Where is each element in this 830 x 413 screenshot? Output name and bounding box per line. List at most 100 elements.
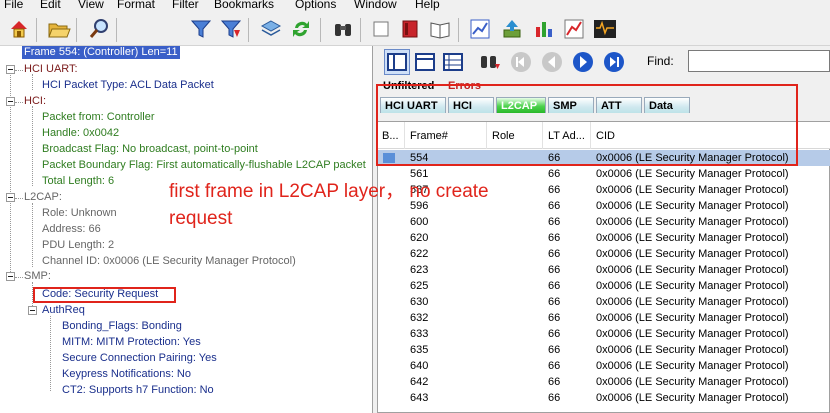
- cid-cell: 0x0006 (LE Security Manager Protocol): [596, 280, 789, 292]
- app-window: File Edit View Format Filter Bookmarks O…: [0, 0, 830, 413]
- export-icon[interactable]: [499, 16, 525, 42]
- layers-icon[interactable]: [258, 16, 284, 42]
- lt-address-cell: 66: [548, 312, 561, 324]
- bar-chart-icon[interactable]: [531, 16, 557, 42]
- tree-l2cap[interactable]: L2CAP:: [24, 191, 62, 204]
- frame-cell: 640: [410, 360, 429, 372]
- lt-address-cell: 66: [548, 248, 561, 260]
- book-open-icon[interactable]: [427, 16, 453, 42]
- frame-cell: 630: [410, 296, 429, 308]
- layout-top-icon[interactable]: [412, 49, 438, 75]
- frame-cell: 623: [410, 264, 429, 276]
- table-row[interactable]: 633 66 0x0006 (LE Security Manager Protoco…: [378, 326, 830, 342]
- chart-icon[interactable]: [467, 16, 493, 42]
- first-icon[interactable]: [508, 49, 534, 75]
- magnifier-icon[interactable]: [86, 16, 112, 42]
- folder-open-icon[interactable]: [46, 16, 72, 42]
- table-row[interactable]: 630 66 0x0006 (LE Security Manager Protoco…: [378, 294, 830, 310]
- cid-cell: 0x0006 (LE Security Manager Protocol): [596, 312, 789, 324]
- event-summary-icon[interactable]: [592, 16, 618, 42]
- menu-edit[interactable]: Edit: [40, 0, 61, 11]
- filter-icon[interactable]: [188, 16, 214, 42]
- filter-add-icon[interactable]: [218, 16, 244, 42]
- tree-smp[interactable]: SMP:: [24, 270, 51, 283]
- tree-authreq-item[interactable]: Keypress Notifications: No: [62, 368, 191, 381]
- menu-help[interactable]: Help: [415, 0, 440, 11]
- tree-hci-item[interactable]: Packet Boundary Flag: First automaticall…: [42, 159, 366, 172]
- annotation-line-1: first frame in L2CAP layer， no create: [169, 181, 489, 202]
- cid-cell: 0x0006 (LE Security Manager Protocol): [596, 232, 789, 244]
- tree-hci-packet-type[interactable]: HCI Packet Type: ACL Data Packet: [42, 79, 214, 92]
- next-icon[interactable]: [570, 49, 596, 75]
- tree-hci-item[interactable]: Broadcast Flag: No broadcast, point-to-p…: [42, 143, 258, 156]
- frame-root[interactable]: Frame 554: (Controller) Len=11: [22, 46, 180, 59]
- lt-address-cell: 66: [548, 232, 561, 244]
- binoculars-filter-icon[interactable]: [477, 49, 503, 75]
- prev-icon[interactable]: [539, 49, 565, 75]
- menu-bookmarks[interactable]: Bookmarks: [214, 0, 274, 11]
- tree-authreq-item[interactable]: Secure Connection Pairing: Yes: [62, 352, 217, 365]
- tree-authreq-item[interactable]: MITM: MITM Protection: Yes: [62, 336, 201, 349]
- tree-l2cap-item[interactable]: Role: Unknown: [42, 207, 117, 220]
- collapse-icon[interactable]: [6, 97, 15, 106]
- tree-hci-item[interactable]: Packet from: Controller: [42, 111, 154, 124]
- menu-file[interactable]: File: [4, 0, 23, 11]
- collapse-icon[interactable]: [6, 193, 15, 202]
- tree-hci[interactable]: HCI:: [24, 95, 46, 108]
- cid-cell: 0x0006 (LE Security Manager Protocol): [596, 360, 789, 372]
- tabs-highlight-box: [376, 84, 798, 166]
- code-highlight-box: [33, 287, 176, 303]
- tree-hci-item[interactable]: Total Length: 6: [42, 175, 114, 188]
- collapse-icon[interactable]: [6, 65, 15, 74]
- line-chart-icon[interactable]: [561, 16, 587, 42]
- tree-l2cap-item[interactable]: Address: 66: [42, 223, 101, 236]
- layout-list-icon[interactable]: [440, 49, 466, 75]
- annotation-line-2: request: [169, 208, 233, 229]
- menu-format[interactable]: Format: [117, 0, 155, 11]
- collapse-icon[interactable]: [6, 272, 15, 281]
- table-row[interactable]: 625 66 0x0006 (LE Security Manager Protoco…: [378, 278, 830, 294]
- menu-view[interactable]: View: [78, 0, 104, 11]
- table-row[interactable]: 642 66 0x0006 (LE Security Manager Protoco…: [378, 374, 830, 390]
- collapse-icon[interactable]: [28, 306, 37, 315]
- menu-options[interactable]: Options: [295, 0, 336, 11]
- find-input[interactable]: [688, 50, 830, 72]
- lt-address-cell: 66: [548, 328, 561, 340]
- cid-cell: 0x0006 (LE Security Manager Protocol): [596, 296, 789, 308]
- cid-cell: 0x0006 (LE Security Manager Protocol): [596, 376, 789, 388]
- tree-hci-uart[interactable]: HCI UART:: [24, 63, 78, 76]
- frame-cell: 620: [410, 232, 429, 244]
- refresh-icon[interactable]: [288, 16, 314, 42]
- cid-cell: 0x0006 (LE Security Manager Protocol): [596, 392, 789, 404]
- table-row[interactable]: 622 66 0x0006 (LE Security Manager Protoco…: [378, 246, 830, 262]
- tree-authreq-item[interactable]: Bonding_Flags: Bonding: [62, 320, 182, 333]
- menu-filter[interactable]: Filter: [172, 0, 199, 11]
- tree-authreq-item[interactable]: CT2: Supports h7 Function: No: [62, 384, 214, 397]
- tree-authreq[interactable]: AuthReq: [42, 304, 85, 317]
- lt-address-cell: 66: [548, 376, 561, 388]
- frame-cell: 635: [410, 344, 429, 356]
- binoculars-icon[interactable]: [330, 16, 356, 42]
- book-red-icon[interactable]: [397, 16, 423, 42]
- table-row[interactable]: 640 66 0x0006 (LE Security Manager Protoco…: [378, 358, 830, 374]
- layout-left-icon[interactable]: [384, 49, 410, 75]
- pane-toolbar: Find:: [374, 46, 830, 78]
- cid-cell: 0x0006 (LE Security Manager Protocol): [596, 344, 789, 356]
- frame-cell: 643: [410, 392, 429, 404]
- last-icon[interactable]: [601, 49, 627, 75]
- menu-window[interactable]: Window: [354, 0, 397, 11]
- cid-cell: 0x0006 (LE Security Manager Protocol): [596, 264, 789, 276]
- stop-icon[interactable]: [368, 16, 394, 42]
- tree-l2cap-item[interactable]: PDU Length: 2: [42, 239, 114, 252]
- table-row[interactable]: 632 66 0x0006 (LE Security Manager Protoco…: [378, 310, 830, 326]
- tree-hci-item[interactable]: Handle: 0x0042: [42, 127, 119, 140]
- home-icon[interactable]: [6, 16, 32, 42]
- tree-l2cap-item[interactable]: Channel ID: 0x0006 (LE Security Manager …: [42, 255, 296, 268]
- table-row[interactable]: 635 66 0x0006 (LE Security Manager Protoco…: [378, 342, 830, 358]
- cid-cell: 0x0006 (LE Security Manager Protocol): [596, 328, 789, 340]
- lt-address-cell: 66: [548, 296, 561, 308]
- table-row[interactable]: 620 66 0x0006 (LE Security Manager Protoco…: [378, 230, 830, 246]
- table-row[interactable]: 623 66 0x0006 (LE Security Manager Protoco…: [378, 262, 830, 278]
- table-row[interactable]: 643 66 0x0006 (LE Security Manager Protoco…: [378, 390, 830, 406]
- cid-cell: 0x0006 (LE Security Manager Protocol): [596, 200, 789, 212]
